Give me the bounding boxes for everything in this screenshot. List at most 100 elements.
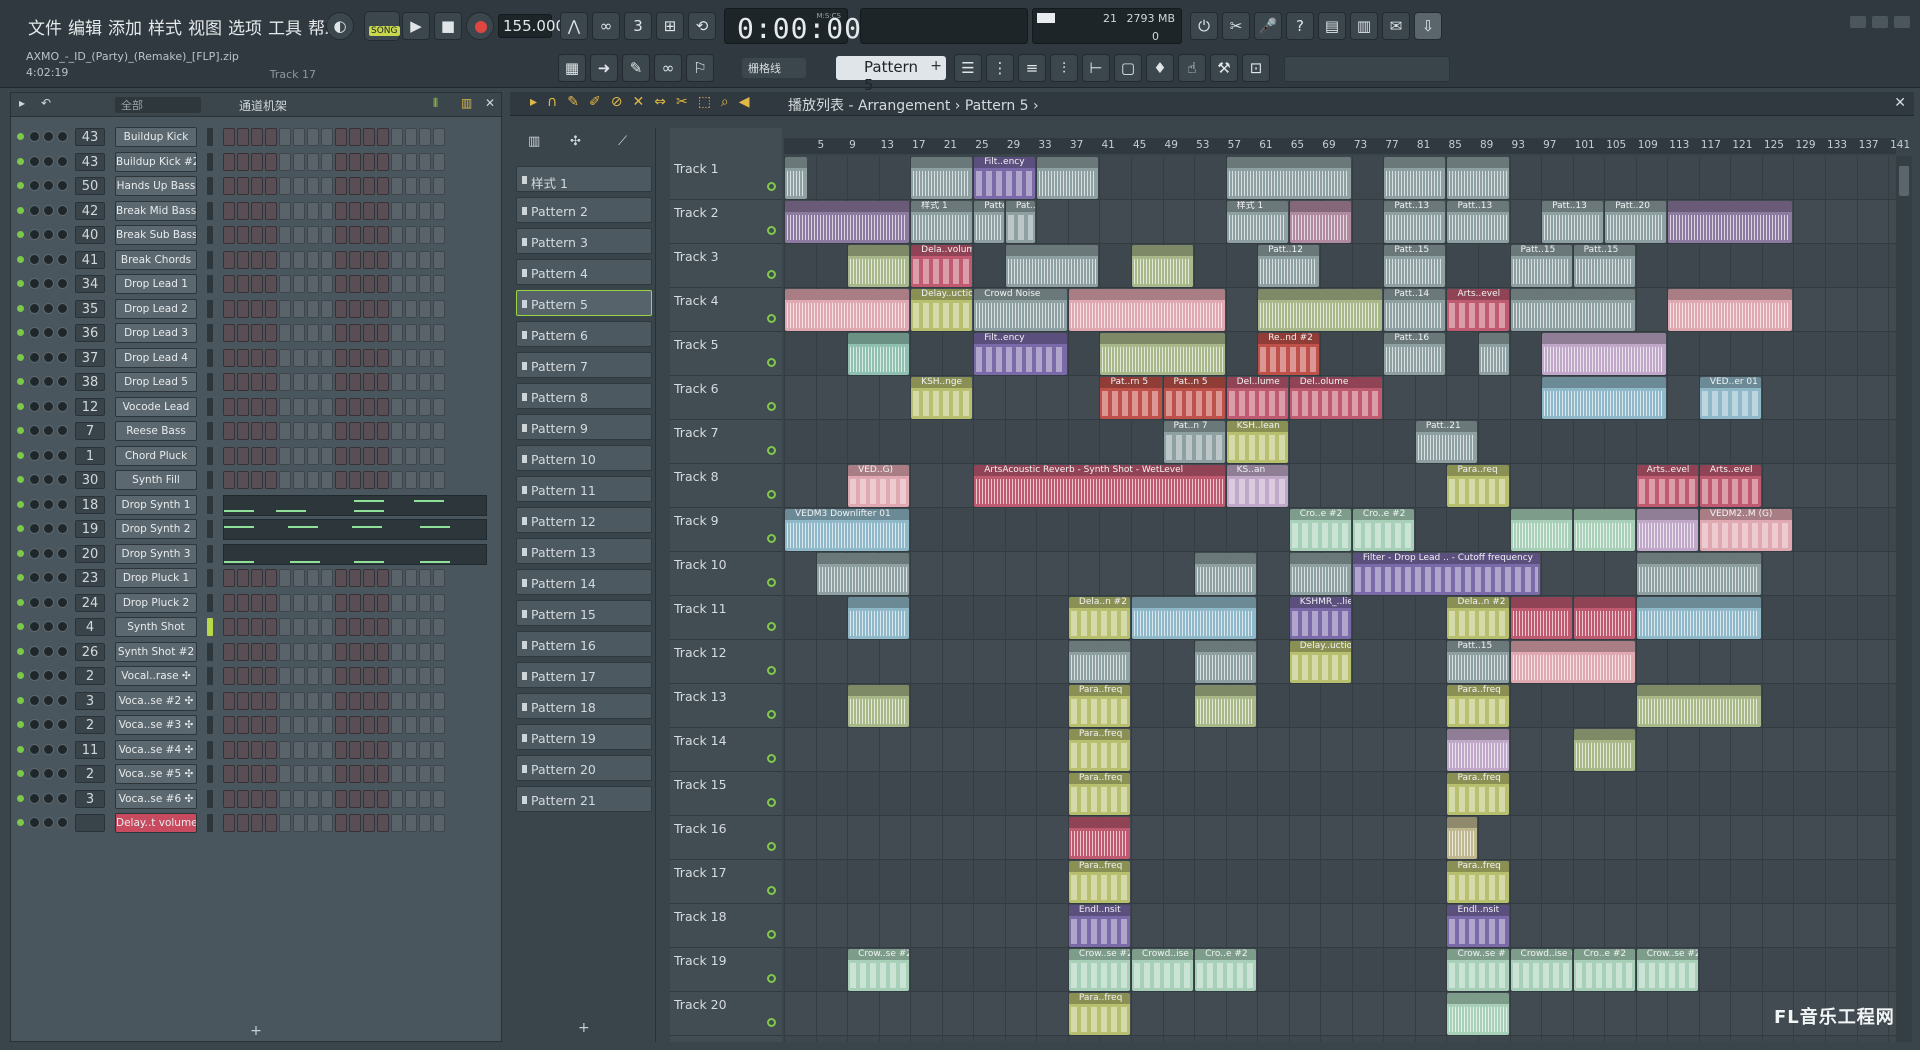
- step-button[interactable]: [419, 593, 431, 612]
- step-button[interactable]: [265, 814, 277, 832]
- step-button[interactable]: [349, 814, 361, 832]
- audio-icon[interactable]: ✣: [570, 134, 581, 149]
- mixer-track-number[interactable]: 19: [75, 520, 105, 538]
- step-button[interactable]: [349, 593, 361, 612]
- step-button[interactable]: [321, 177, 333, 195]
- channel-name-button[interactable]: Drop Synth 1: [115, 494, 197, 515]
- channel-name-button[interactable]: Drop Synth 3: [115, 543, 197, 564]
- step-button[interactable]: [405, 201, 417, 220]
- timeline-ruler[interactable]: 5 9 13 17 21 25 29 33 37 41 45 49 53 57 61 65 69 73 77 81 85…: [784, 138, 1910, 154]
- song-mode-button[interactable]: SONG: [364, 11, 400, 41]
- step-button[interactable]: [419, 128, 431, 146]
- volume-knob[interactable]: [43, 376, 54, 387]
- mixer-knob[interactable]: [57, 180, 68, 191]
- step-button[interactable]: [293, 324, 305, 342]
- mixer-knob[interactable]: [57, 351, 68, 363]
- step-button[interactable]: [237, 201, 249, 220]
- step-button[interactable]: [237, 569, 249, 587]
- playlist-clip[interactable]: Delay..uction: [1289, 641, 1351, 683]
- volume-knob[interactable]: [43, 523, 54, 534]
- step-button[interactable]: [251, 275, 263, 293]
- automation-icon[interactable]: ⟋: [618, 134, 627, 149]
- pattern-item[interactable]: Pattern 16: [516, 631, 652, 657]
- step-button[interactable]: [349, 789, 361, 808]
- track-mute-icon[interactable]: [767, 402, 776, 411]
- step-button[interactable]: [349, 275, 361, 293]
- mixer-track-number[interactable]: 12: [75, 397, 105, 416]
- step-button[interactable]: [307, 422, 319, 440]
- step-button[interactable]: [223, 569, 235, 587]
- step-button[interactable]: [391, 397, 403, 416]
- step-button[interactable]: [391, 716, 403, 734]
- select-icon[interactable]: ⬚: [698, 94, 711, 110]
- pan-knob[interactable]: [29, 155, 40, 167]
- pan-knob[interactable]: [29, 498, 40, 510]
- channel-name-button[interactable]: Synth Shot: [115, 617, 197, 637]
- step-button[interactable]: [335, 642, 347, 661]
- pan-knob[interactable]: [29, 204, 40, 216]
- step-button[interactable]: [363, 250, 375, 269]
- step-button[interactable]: [279, 446, 291, 465]
- playlist-clip[interactable]: Dela..volume: [911, 245, 973, 287]
- playlist-clip[interactable]: Delay..uction: [911, 289, 973, 331]
- step-button[interactable]: [279, 765, 291, 783]
- playlist-icon[interactable]: ▦: [558, 54, 586, 82]
- step-button[interactable]: [405, 177, 417, 195]
- channel-name-button[interactable]: Break Sub Bass: [115, 225, 197, 245]
- playlist-clip[interactable]: [1289, 553, 1351, 595]
- channel-select[interactable]: [207, 544, 213, 563]
- step-button[interactable]: [363, 789, 375, 808]
- step-button[interactable]: [433, 789, 445, 808]
- step-button[interactable]: [363, 642, 375, 661]
- mixer-icon[interactable]: ▥: [1350, 12, 1378, 40]
- channel-select[interactable]: [207, 275, 213, 293]
- channel-name-button[interactable]: Chord Pluck: [115, 445, 197, 466]
- track-header[interactable]: Track 2: [670, 200, 782, 244]
- step-button[interactable]: [279, 814, 291, 832]
- step-button[interactable]: [377, 593, 389, 612]
- step-button[interactable]: [335, 789, 347, 808]
- step-button[interactable]: [405, 250, 417, 269]
- step-button[interactable]: [265, 201, 277, 220]
- step-button[interactable]: [265, 226, 277, 244]
- channel-select[interactable]: [207, 495, 213, 514]
- playlist-clip[interactable]: Cro..e #2: [1195, 949, 1257, 991]
- step-button[interactable]: [237, 446, 249, 465]
- playlist-clip[interactable]: [816, 553, 910, 595]
- step-button[interactable]: [265, 373, 277, 391]
- step-button[interactable]: [405, 789, 417, 808]
- step-button[interactable]: [223, 250, 235, 269]
- pattern-item[interactable]: Pattern 8: [516, 383, 652, 409]
- track-header[interactable]: Track 14: [670, 728, 782, 772]
- pattern-item[interactable]: Pattern 13: [516, 538, 652, 564]
- step-button[interactable]: [251, 299, 263, 318]
- track-mute-icon[interactable]: [767, 226, 776, 235]
- channel-enabled-led[interactable]: [17, 451, 24, 459]
- step-button[interactable]: [363, 471, 375, 489]
- step-button[interactable]: [405, 348, 417, 367]
- step-button[interactable]: [391, 177, 403, 195]
- step-button[interactable]: [251, 471, 263, 489]
- step-button[interactable]: [335, 177, 347, 195]
- step-button[interactable]: [349, 618, 361, 636]
- playlist-clip[interactable]: [1542, 333, 1667, 375]
- channel-select[interactable]: [207, 446, 213, 465]
- draw-icon[interactable]: ✎: [567, 94, 579, 110]
- playlist-clip[interactable]: Endl..nsit: [1447, 905, 1509, 947]
- pan-knob[interactable]: [29, 474, 40, 485]
- step-button[interactable]: [293, 299, 305, 318]
- playlist-clip[interactable]: [1636, 553, 1761, 595]
- step-button[interactable]: [223, 765, 235, 783]
- add-channel-button[interactable]: +: [11, 1023, 501, 1041]
- step-button[interactable]: [321, 397, 333, 416]
- playlist-clip[interactable]: [911, 157, 973, 199]
- channel-select[interactable]: [207, 593, 213, 612]
- track-lane[interactable]: [784, 992, 1896, 1036]
- channel-name-button[interactable]: Vocal..rase ✣: [115, 666, 197, 686]
- playlist-clip[interactable]: [848, 245, 910, 287]
- track-mute-icon[interactable]: [767, 886, 776, 895]
- record-button[interactable]: [466, 12, 494, 40]
- step-button[interactable]: [433, 275, 445, 293]
- step-button[interactable]: [279, 128, 291, 146]
- track-lane[interactable]: [784, 420, 1896, 464]
